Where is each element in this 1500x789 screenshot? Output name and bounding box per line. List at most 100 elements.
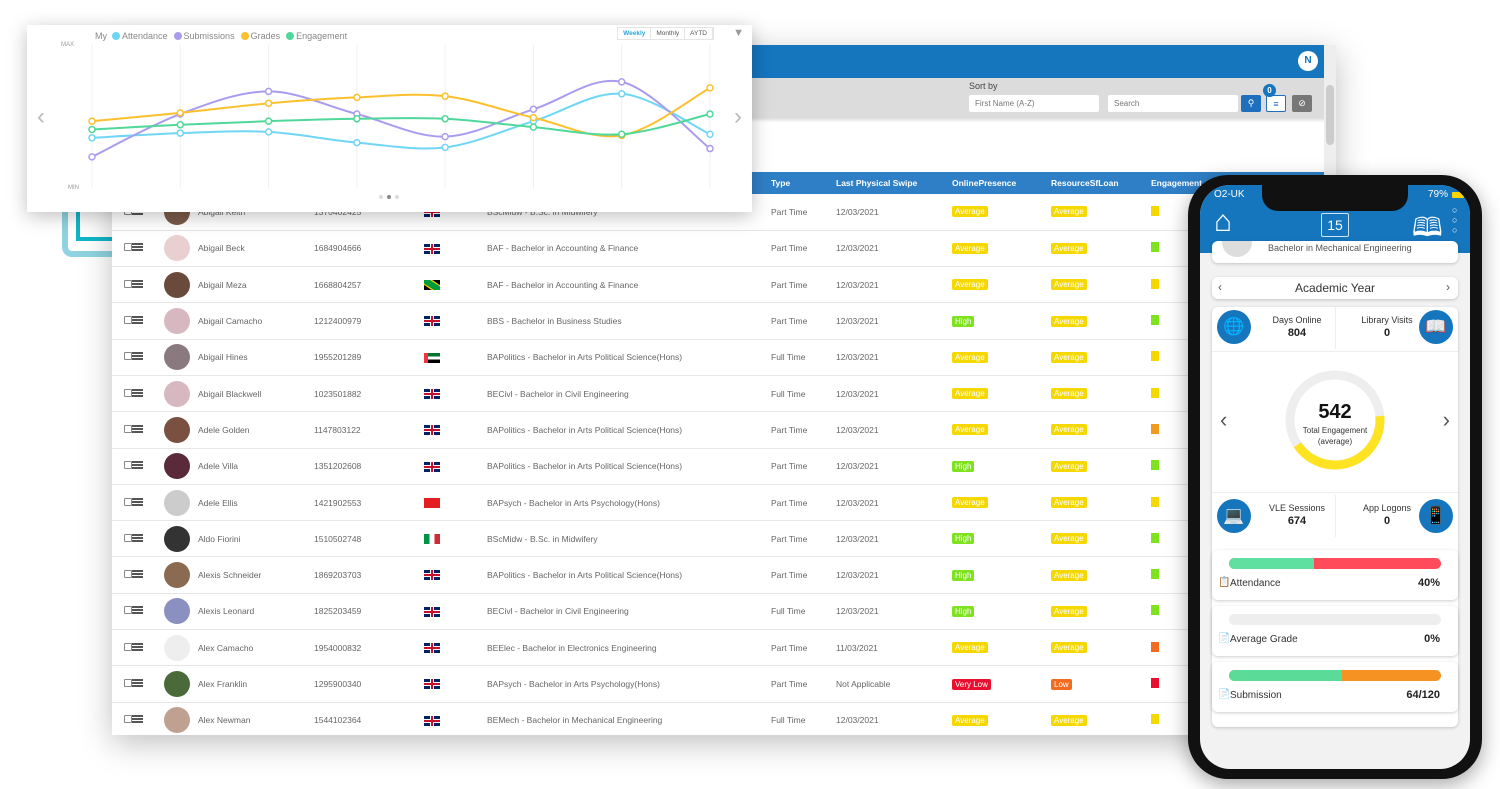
calendar-icon[interactable]: 15 xyxy=(1321,213,1349,237)
row-checkbox[interactable] xyxy=(124,388,132,397)
table-row[interactable]: Abigail Camacho 1212400979 BBS - Bachelo… xyxy=(112,302,1324,340)
student-name[interactable]: Abigail Meza xyxy=(198,266,314,304)
online-presence-badge: High xyxy=(952,533,975,545)
student-id: 1351202608 xyxy=(314,448,424,485)
data-point-submissions xyxy=(264,87,273,96)
table-row[interactable]: Alexis Schneider 1869203703 BAPolitics -… xyxy=(112,556,1324,594)
row-menu-icon[interactable] xyxy=(132,279,143,288)
table-row[interactable]: Adele Golden 1147803122 BAPolitics - Bac… xyxy=(112,411,1324,449)
row-checkbox[interactable] xyxy=(124,497,132,506)
resource-badge: Average xyxy=(1051,533,1087,545)
row-menu-icon[interactable] xyxy=(132,679,143,687)
study-type: Part Time xyxy=(771,556,836,594)
student-name[interactable]: Abigail Blackwell xyxy=(198,375,314,413)
study-type: Part Time xyxy=(771,665,836,703)
student-name[interactable]: Abigail Camacho xyxy=(198,302,314,340)
dot[interactable] xyxy=(395,195,399,199)
search-input[interactable]: Search xyxy=(1108,95,1238,112)
last-swipe: 12/03/2021 xyxy=(836,484,952,522)
row-checkbox[interactable] xyxy=(124,279,132,288)
data-point-engagement xyxy=(176,120,185,129)
table-row[interactable]: Abigail Beck 1684904666 BAF - Bachelor i… xyxy=(112,230,1324,268)
flag-jm-icon xyxy=(424,280,440,291)
row-checkbox[interactable] xyxy=(124,533,132,542)
table-row[interactable]: Abigail Meza 1668804257 BAF - Bachelor i… xyxy=(112,266,1324,304)
clear-button[interactable]: ⊘ xyxy=(1292,95,1312,112)
student-name[interactable]: Abigail Hines xyxy=(198,339,314,376)
search-button[interactable]: ⚲ xyxy=(1241,95,1261,112)
student-name[interactable]: Adele Villa xyxy=(198,448,314,485)
student-name[interactable]: Adele Golden xyxy=(198,411,314,449)
col-type[interactable]: Type xyxy=(771,172,836,194)
row-menu-icon[interactable] xyxy=(132,352,143,361)
table-row[interactable]: Alex Camacho 1954000832 BEElec - Bachelo… xyxy=(112,629,1324,667)
engagement-badge xyxy=(1151,496,1159,507)
row-menu-icon[interactable] xyxy=(132,533,143,542)
table-row[interactable]: Alex Newman 1544102364 BEMech - Bachelor… xyxy=(112,702,1324,735)
row-checkbox[interactable] xyxy=(124,316,132,325)
student-name[interactable]: Aldo Fiorini xyxy=(198,520,314,558)
student-name[interactable]: Alex Newman xyxy=(198,702,314,735)
dot-active[interactable] xyxy=(387,195,391,199)
table-row[interactable]: Adele Ellis 1421902553 BAPsych - Bachelo… xyxy=(112,484,1324,522)
last-swipe: 12/03/2021 xyxy=(836,520,952,558)
filter-button[interactable]: ≡ xyxy=(1266,95,1286,112)
data-point-grades xyxy=(529,113,538,122)
data-point-attendance xyxy=(176,129,185,137)
table-row[interactable]: Alex Franklin 1295900340 BAPsych - Bache… xyxy=(112,665,1324,703)
table-row[interactable]: Aldo Fiorini 1510502748 BScMidw - B.Sc. … xyxy=(112,520,1324,558)
data-point-engagement xyxy=(706,110,714,118)
user-avatar[interactable]: N xyxy=(1298,51,1318,71)
row-menu-icon[interactable] xyxy=(132,715,143,724)
row-checkbox[interactable] xyxy=(124,642,132,651)
student-name[interactable]: Alex Camacho xyxy=(198,629,314,667)
stats-next-arrow[interactable]: › xyxy=(1443,407,1450,433)
table-row[interactable]: Alexis Leonard 1825203459 BECivl - Bache… xyxy=(112,593,1324,631)
row-menu-icon[interactable] xyxy=(132,497,143,506)
data-point-engagement xyxy=(353,115,361,123)
home-icon[interactable]: ⌂ xyxy=(1214,205,1232,239)
student-name[interactable]: Alex Franklin xyxy=(198,665,314,703)
row-menu-icon[interactable] xyxy=(132,570,143,579)
row-checkbox[interactable] xyxy=(124,352,132,361)
row-menu-icon[interactable] xyxy=(132,316,143,325)
row-checkbox[interactable] xyxy=(124,461,132,470)
data-point-submissions xyxy=(529,105,538,114)
table-row[interactable]: Abigail Blackwell 1023501882 BECivl - Ba… xyxy=(112,375,1324,413)
row-checkbox[interactable] xyxy=(124,424,132,433)
flag-uk-icon xyxy=(424,461,440,472)
course: BAPsych - Bachelor in Arts Psychology(Ho… xyxy=(487,484,771,522)
period-next[interactable]: › xyxy=(1446,280,1450,294)
stats-prev-arrow[interactable]: ‹ xyxy=(1220,407,1227,433)
study-type: Full Time xyxy=(771,702,836,735)
row-menu-icon[interactable] xyxy=(132,642,143,651)
table-row[interactable]: Adele Villa 1351202608 BAPolitics - Bach… xyxy=(112,448,1324,485)
row-checkbox[interactable] xyxy=(124,679,132,687)
col-online[interactable]: OnlinePresence xyxy=(952,172,1051,194)
row-menu-icon[interactable] xyxy=(132,388,143,397)
row-menu-icon[interactable] xyxy=(132,606,143,615)
student-name[interactable]: Abigail Beck xyxy=(198,230,314,268)
row-checkbox[interactable] xyxy=(124,606,132,615)
col-swipe[interactable]: Last Physical Swipe xyxy=(836,172,952,194)
sort-select[interactable]: First Name (A-Z) xyxy=(969,95,1099,112)
resource-badge: Average xyxy=(1051,242,1087,254)
student-name[interactable]: Adele Ellis xyxy=(198,484,314,522)
last-swipe: 12/03/2021 xyxy=(836,302,952,340)
table-row[interactable]: Abigail Hines 1955201289 BAPolitics - Ba… xyxy=(112,339,1324,376)
student-name[interactable]: Alexis Leonard xyxy=(198,593,314,631)
row-checkbox[interactable] xyxy=(124,570,132,579)
last-swipe: 11/03/2021 xyxy=(836,629,952,667)
period-prev[interactable]: ‹ xyxy=(1218,280,1222,294)
dot[interactable] xyxy=(379,195,383,199)
profile-card: Bachelor in Mechanical Engineering xyxy=(1212,241,1458,263)
col-resource[interactable]: ResourceSfLoan xyxy=(1051,172,1151,194)
row-checkbox[interactable] xyxy=(124,243,132,252)
row-checkbox[interactable] xyxy=(124,715,132,724)
online-presence-badge: Very Low xyxy=(952,678,991,690)
more-icon[interactable]: ○ ○ ○ xyxy=(1452,205,1457,235)
row-menu-icon[interactable] xyxy=(132,243,143,252)
student-name[interactable]: Alexis Schneider xyxy=(198,556,314,594)
row-menu-icon[interactable] xyxy=(132,461,143,470)
row-menu-icon[interactable] xyxy=(132,424,143,433)
